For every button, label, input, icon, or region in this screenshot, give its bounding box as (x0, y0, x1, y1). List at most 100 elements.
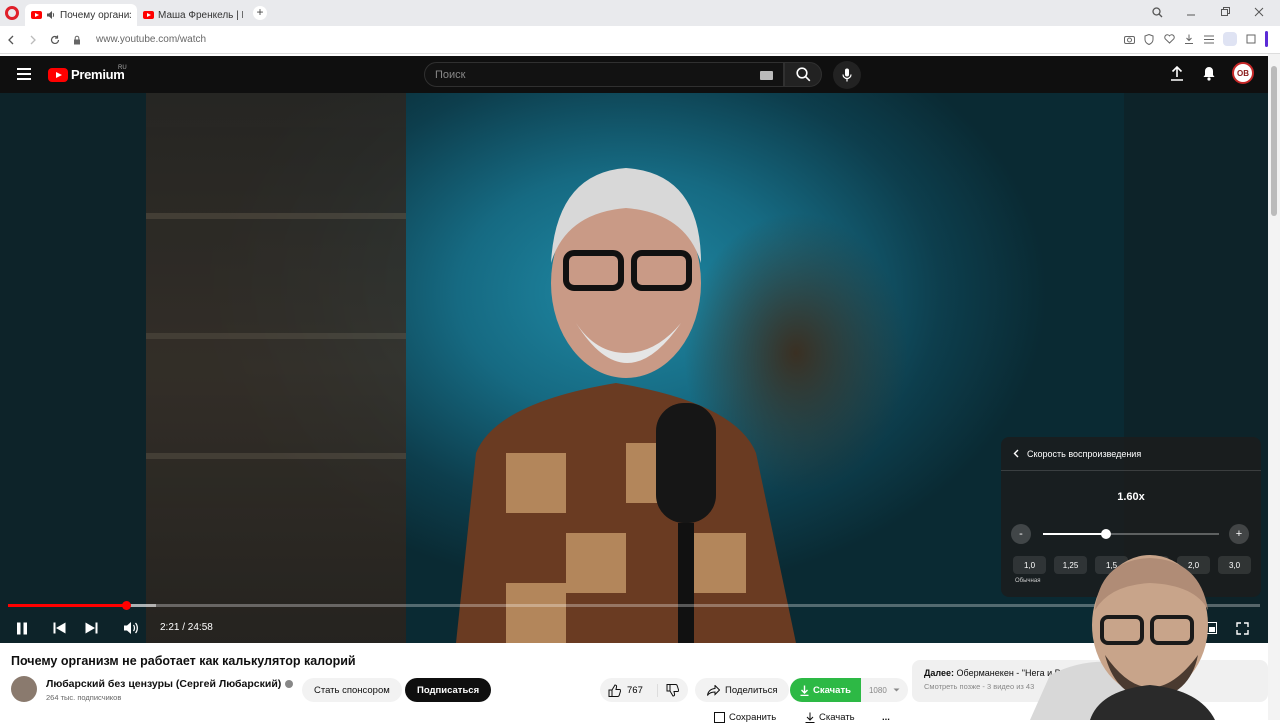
keyboard-icon[interactable] (760, 71, 773, 80)
close-icon[interactable] (1252, 4, 1266, 20)
volume-icon (123, 621, 139, 635)
download-arrow-icon (800, 685, 809, 696)
url-field[interactable]: www.youtube.com/watch (96, 34, 206, 45)
speed-slider[interactable] (1043, 529, 1219, 539)
upload-icon[interactable] (1168, 64, 1186, 82)
thumbs-up-icon (608, 683, 621, 697)
verified-icon (285, 680, 294, 688)
address-bar: www.youtube.com/watch (0, 26, 1280, 54)
channel-avatar[interactable] (11, 676, 37, 702)
like-count: 767 (627, 684, 643, 696)
download-secondary-button[interactable]: Скачать (805, 708, 855, 726)
youtube-favicon-icon (31, 11, 42, 19)
subscribe-button[interactable]: Подписаться (405, 678, 492, 702)
download-label: Скачать (813, 684, 851, 696)
logo-region: RU (118, 65, 127, 71)
channel-name[interactable]: Любарский без цензуры (Сергей Любарский) (46, 678, 281, 690)
mute-button[interactable] (119, 616, 143, 640)
voice-search-button[interactable] (833, 61, 861, 89)
download-icon (805, 712, 815, 723)
presenter-figure (456, 168, 796, 643)
lock-icon[interactable] (66, 29, 88, 51)
search-tabs-icon[interactable] (1150, 4, 1164, 20)
opera-logo-icon[interactable] (5, 6, 19, 20)
download2-label: Скачать (819, 711, 855, 723)
previous-button[interactable] (47, 616, 71, 640)
pause-button[interactable] (10, 616, 34, 640)
save-label: Сохранить (729, 711, 777, 723)
menu-lines-icon[interactable] (1203, 33, 1215, 45)
download-quality-select[interactable]: 1080 (860, 678, 908, 702)
thumbs-down-icon (666, 683, 679, 697)
shelf (146, 213, 406, 219)
scrollbar-thumb[interactable] (1271, 66, 1277, 216)
youtube-masthead: Premium RU Поиск ОВ (0, 56, 1268, 93)
speaker-icon[interactable] (46, 10, 56, 20)
speed-slider-fill (1043, 533, 1107, 535)
search-input[interactable]: Поиск (424, 62, 784, 87)
speed-panel-title: Скорость воспроизведения (1027, 448, 1142, 459)
speed-decrease-button[interactable]: - (1011, 524, 1031, 544)
like-button[interactable]: 767 (600, 683, 658, 697)
speed-panel-header[interactable]: Скорость воспроизведения (1001, 437, 1261, 471)
minimize-icon[interactable] (1184, 4, 1198, 20)
save-icon (714, 711, 725, 723)
pause-icon (16, 622, 28, 635)
shield-icon[interactable] (1143, 33, 1155, 45)
heart-icon[interactable] (1163, 33, 1175, 45)
speed-value: 1.60x (1117, 491, 1145, 503)
download-icon[interactable] (1183, 33, 1195, 45)
youtube-play-icon (48, 67, 68, 82)
channel-name-row[interactable]: Любарский без цензуры (Сергей Любарский) (46, 678, 294, 690)
microphone-icon (842, 68, 852, 82)
tab-title: Маша Френкель | Школ (158, 9, 243, 21)
reload-button[interactable] (44, 29, 66, 51)
new-tab-button[interactable]: + (253, 6, 267, 20)
dislike-button[interactable] (658, 683, 679, 697)
share-button[interactable]: Поделиться (695, 678, 790, 702)
skip-next-icon (85, 622, 98, 634)
time-display: 2:21 / 24:58 (160, 622, 213, 633)
guide-menu-icon[interactable] (17, 68, 31, 80)
webcam-overlay (1030, 555, 1215, 720)
next-button[interactable] (79, 616, 103, 640)
share-label: Поделиться (725, 684, 778, 696)
address-bar-tools (1123, 31, 1268, 47)
more-actions-button[interactable]: ... (882, 708, 890, 726)
join-sponsor-button[interactable]: Стать спонсором (302, 678, 402, 702)
extensions-icon[interactable] (1245, 33, 1257, 45)
chevron-left-icon[interactable] (1013, 449, 1019, 458)
youtube-logo[interactable]: Premium RU (48, 65, 127, 82)
up-next-prefix: Далее: (924, 668, 955, 678)
sidebar-accent (1265, 31, 1268, 47)
search-icon (795, 67, 811, 82)
speed-slider-thumb[interactable] (1101, 529, 1112, 539)
video-frame[interactable] (146, 93, 1124, 643)
played-bar (8, 604, 126, 607)
notifications-bell-icon[interactable] (1200, 64, 1218, 82)
scrub-handle[interactable] (121, 601, 131, 610)
back-button[interactable] (0, 29, 22, 51)
download-button[interactable]: Скачать (790, 678, 861, 702)
camera-icon[interactable] (1123, 33, 1135, 45)
browser-tab-active[interactable]: Почему организм не (25, 4, 137, 26)
search-placeholder: Поиск (435, 69, 466, 81)
profile-icon[interactable] (1223, 32, 1237, 46)
chevron-down-icon (893, 688, 900, 693)
page-scrollbar[interactable] (1268, 54, 1280, 720)
tab-title: Почему организм не (60, 9, 131, 21)
browser-tab-bar: Почему организм не Маша Френкель | Школ … (0, 0, 1280, 26)
account-avatar[interactable]: ОВ (1232, 62, 1254, 84)
skip-previous-icon (53, 622, 66, 634)
logo-text: Premium (71, 67, 125, 82)
forward-button[interactable] (22, 29, 44, 51)
browser-tab[interactable]: Маша Френкель | Школ (137, 4, 249, 26)
masthead-actions: ОВ (1168, 62, 1254, 84)
shelf (146, 333, 406, 339)
speed-increase-button[interactable]: + (1229, 524, 1249, 544)
save-button[interactable]: Сохранить (714, 708, 776, 726)
share-icon (707, 684, 720, 696)
download-group: Скачать 1080 (790, 678, 908, 702)
restore-icon[interactable] (1218, 4, 1232, 20)
search-button[interactable] (784, 62, 822, 87)
